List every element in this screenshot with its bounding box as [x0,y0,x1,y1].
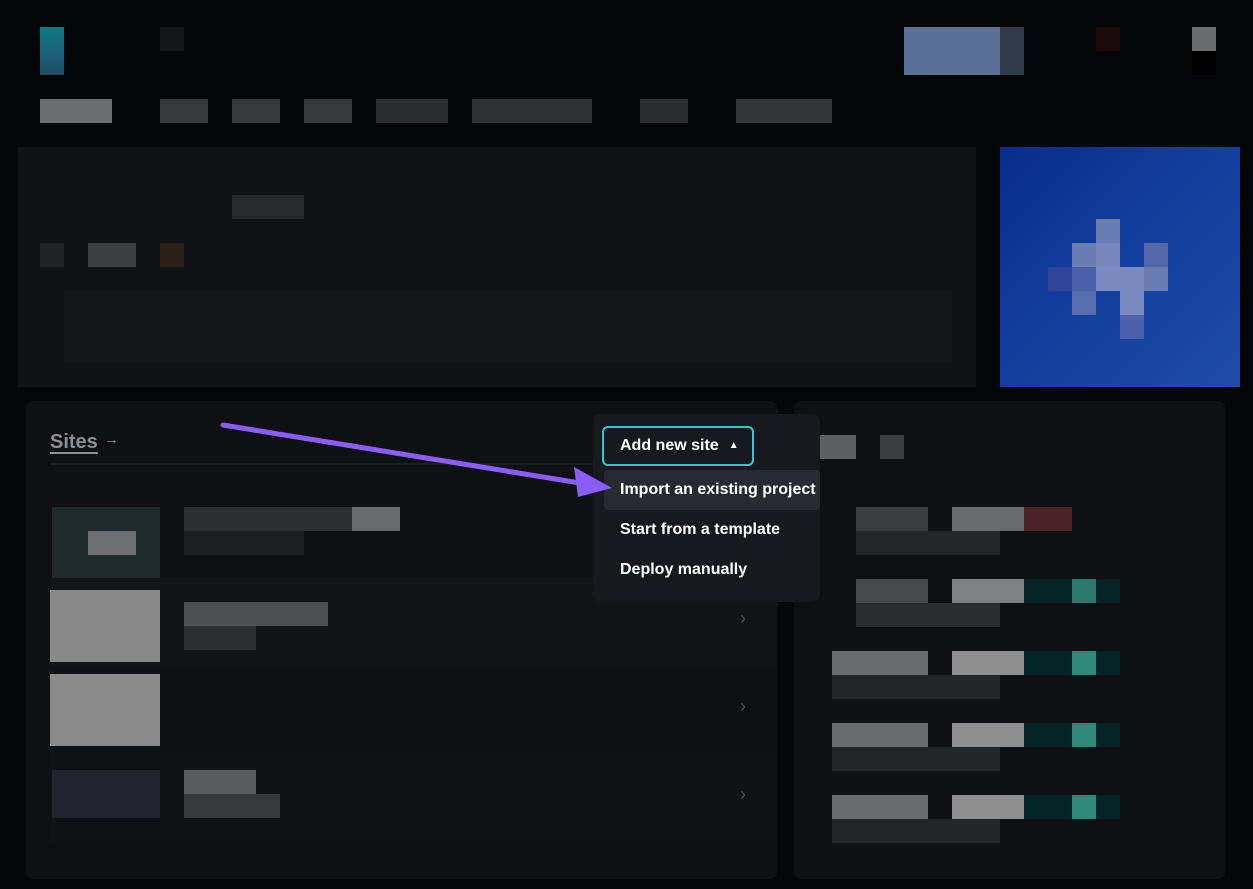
annotation-arrow-icon [220,422,612,497]
